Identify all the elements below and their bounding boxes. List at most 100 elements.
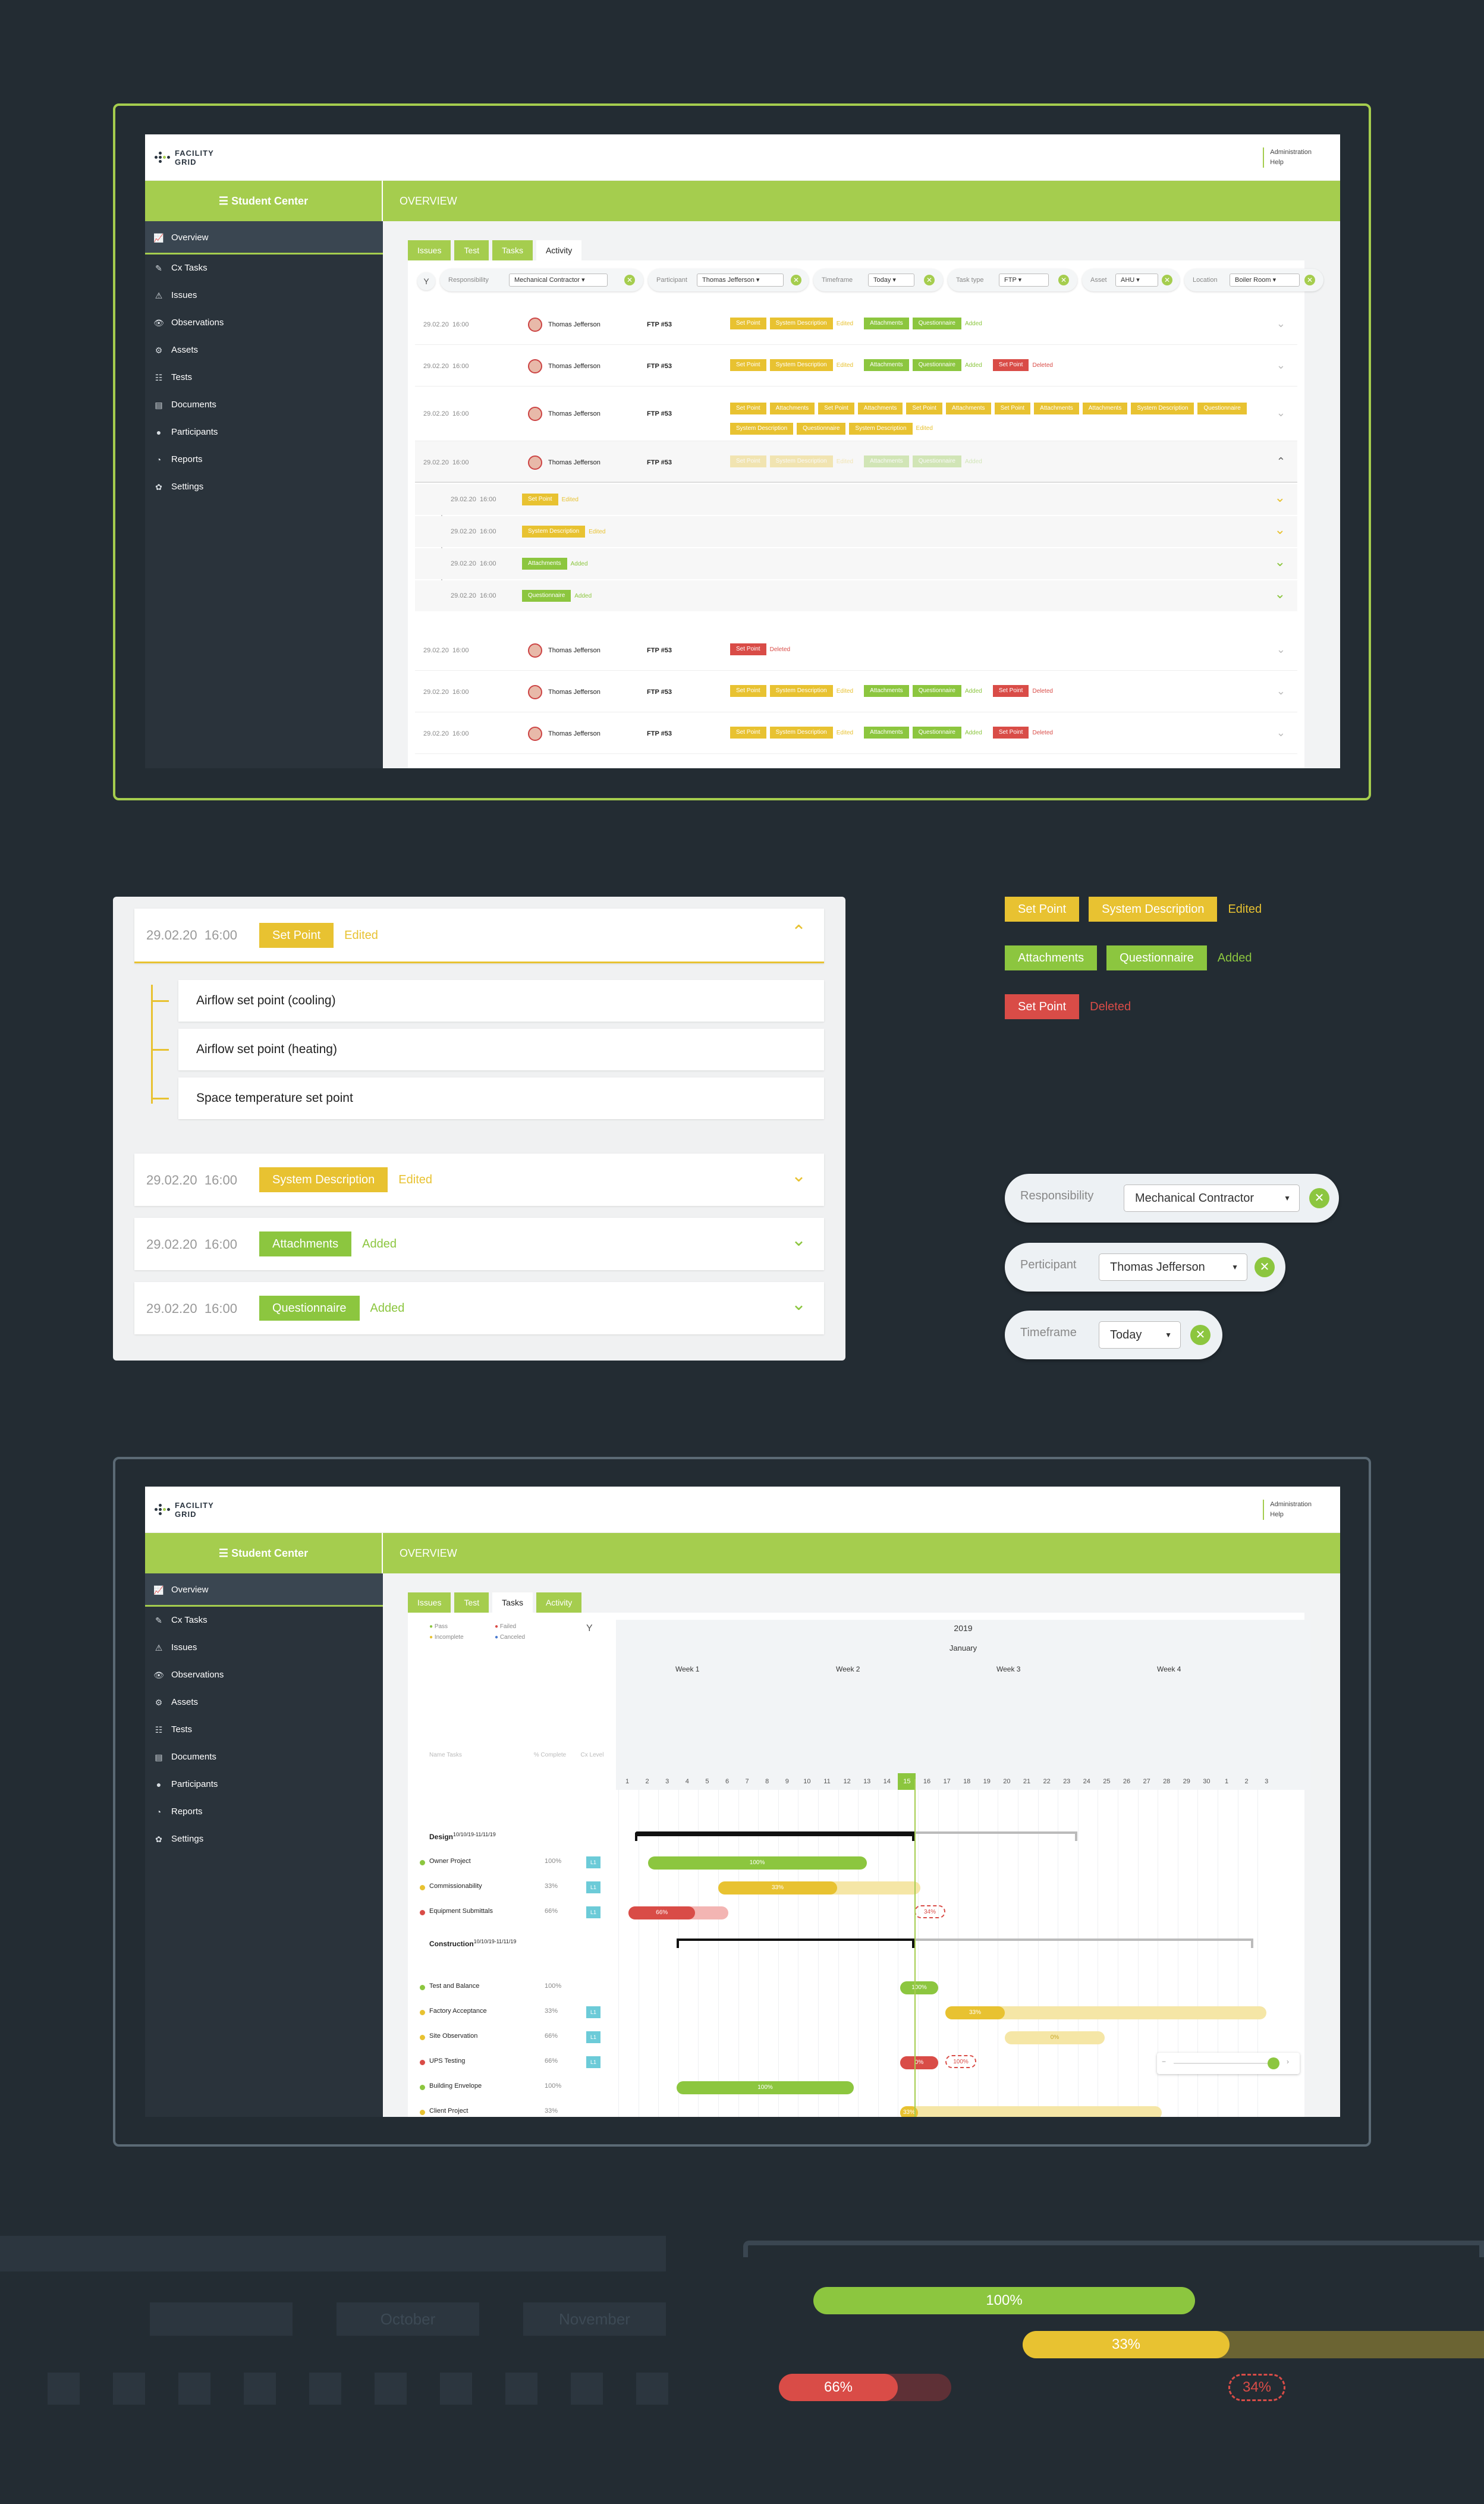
task-bar[interactable]: 100%: [647, 1856, 867, 1870]
zoom-in-icon[interactable]: ›: [1287, 2057, 1289, 2066]
filter-icon[interactable]: Y: [586, 1623, 600, 1638]
location-select[interactable]: Boiler Room ▾: [1230, 274, 1300, 287]
sidebar-item-assets[interactable]: ⚙ Assets: [145, 1689, 383, 1716]
sidebar-item-cx-tasks[interactable]: ✎ Cx Tasks: [145, 1607, 383, 1634]
task-type-select[interactable]: FTP ▾: [999, 274, 1049, 287]
clear-filter-icon[interactable]: ✕: [1162, 275, 1172, 285]
chevron-down-icon[interactable]: ⌄: [1277, 643, 1285, 656]
chevron-down-icon[interactable]: ⌄: [1275, 586, 1285, 602]
collapsed-item[interactable]: 29.02.20 16:00 Questionnaire Added ⌄: [134, 1282, 824, 1334]
sidebar-item-participants[interactable]: ● Participants: [145, 419, 383, 446]
task-name[interactable]: UPS Testing: [429, 2057, 465, 2065]
zoom-slider[interactable]: − ›: [1157, 2053, 1300, 2074]
chevron-down-icon[interactable]: ⌄: [791, 1165, 806, 1186]
clear-filter-icon[interactable]: ✕: [1309, 1188, 1329, 1208]
task-bar[interactable]: 66%: [628, 1906, 696, 1919]
asset-select[interactable]: AHU ▾: [1115, 274, 1158, 287]
collapsed-item[interactable]: 29.02.20 16:00 System Description Edited …: [134, 1154, 824, 1206]
student-center-title[interactable]: ☰ Student Center: [145, 181, 383, 221]
activity-row[interactable]: 29.02.20 16:00 Thomas Jefferson FTP #53 S…: [415, 345, 1297, 387]
responsibility-select[interactable]: Mechanical Contractor ▼: [1124, 1185, 1300, 1212]
task-bar[interactable]: 100%: [677, 2081, 854, 2094]
task-bar[interactable]: 0%: [900, 2056, 938, 2069]
clear-filter-icon[interactable]: ✕: [791, 275, 801, 285]
sidebar-item-documents[interactable]: ▤ Documents: [145, 1743, 383, 1771]
sidebar-item-settings[interactable]: ✿ Settings: [145, 473, 383, 501]
tab-test[interactable]: Test: [454, 240, 489, 260]
tab-test[interactable]: Test: [454, 1592, 489, 1613]
sidebar-item-tests[interactable]: ☷ Tests: [145, 1716, 383, 1743]
chevron-down-icon[interactable]: ⌄: [1277, 407, 1285, 419]
clear-filter-icon[interactable]: ✕: [624, 275, 635, 285]
chevron-down-icon[interactable]: ⌄: [1277, 685, 1285, 698]
task-name[interactable]: Owner Project: [429, 1858, 471, 1865]
help-link[interactable]: Help: [1263, 158, 1312, 168]
sidebar-item-issues[interactable]: ⚠ Issues: [145, 282, 383, 309]
activity-subrow[interactable]: 29.02.20 16:00 Attachments Added ⌄: [415, 548, 1297, 579]
chevron-down-icon[interactable]: ⌄: [1275, 522, 1285, 538]
activity-row[interactable]: 29.02.20 16:00 Thomas Jefferson FTP #53 S…: [415, 303, 1297, 345]
student-center-title[interactable]: ☰ Student Center: [145, 1533, 383, 1573]
timeframe-select[interactable]: Today ▼: [1099, 1321, 1181, 1349]
sidebar-item-participants[interactable]: ● Participants: [145, 1771, 383, 1798]
tab-tasks[interactable]: Tasks: [492, 240, 533, 260]
clear-filter-icon[interactable]: ✕: [1304, 275, 1315, 285]
sub-item[interactable]: Airflow set point (cooling): [178, 980, 824, 1022]
expanded-item[interactable]: 29.02.20 16:00 Set Point Edited ⌃: [134, 909, 824, 963]
tab-activity[interactable]: Activity: [536, 1592, 582, 1613]
sidebar-item-overview[interactable]: 📈 Overview: [145, 1573, 383, 1607]
clear-filter-icon[interactable]: ✕: [1190, 1325, 1211, 1345]
chevron-down-icon[interactable]: ⌄: [1277, 359, 1285, 372]
task-bar[interactable]: 100%: [900, 1981, 938, 1994]
timeframe-select[interactable]: Today ▾: [868, 274, 914, 287]
chevron-up-icon[interactable]: ⌃: [791, 922, 806, 942]
task-name[interactable]: Building Envelope: [429, 2082, 482, 2090]
task-bar[interactable]: 33%: [945, 2006, 1005, 2019]
participant-select[interactable]: Thomas Jefferson ▼: [1099, 1253, 1247, 1281]
sidebar-item-reports[interactable]: ◔ Reports: [145, 1798, 383, 1826]
activity-subrow[interactable]: 29.02.20 16:00 Set Point Edited ⌄: [415, 484, 1297, 515]
tab-issues[interactable]: Issues: [408, 240, 451, 260]
administration-link[interactable]: Administration: [1263, 1500, 1312, 1510]
task-name[interactable]: Site Observation: [429, 2032, 477, 2040]
task-name[interactable]: Client Project: [429, 2107, 468, 2115]
activity-subrow[interactable]: 29.02.20 16:00 System Description Edited ⌄: [415, 516, 1297, 547]
help-link[interactable]: Help: [1263, 1510, 1312, 1520]
activity-row[interactable]: 29.02.20 16:00 Thomas Jefferson FTP #53 S…: [415, 387, 1297, 441]
task-bar[interactable]: 33%: [718, 1881, 837, 1895]
activity-row[interactable]: 29.02.20 16:00 Thomas Jefferson FTP #53 S…: [415, 671, 1297, 712]
chevron-down-icon[interactable]: ⌄: [791, 1230, 806, 1251]
clear-filter-icon[interactable]: ✕: [924, 275, 935, 285]
collapsed-item[interactable]: 29.02.20 16:00 Attachments Added ⌄: [134, 1218, 824, 1270]
chevron-down-icon[interactable]: ⌄: [1277, 727, 1285, 739]
sidebar-item-documents[interactable]: ▤ Documents: [145, 391, 383, 419]
tab-issues[interactable]: Issues: [408, 1592, 451, 1613]
task-name[interactable]: Factory Acceptance: [429, 2007, 487, 2015]
slider-handle[interactable]: [1268, 2057, 1279, 2069]
sub-item[interactable]: Space temperature set point: [178, 1077, 824, 1119]
chevron-down-icon[interactable]: ⌄: [1277, 318, 1285, 330]
task-name[interactable]: Equipment Submittals: [429, 1908, 493, 1915]
chevron-down-icon[interactable]: ⌄: [791, 1294, 806, 1315]
clear-filter-icon[interactable]: ✕: [1058, 275, 1069, 285]
activity-subrow[interactable]: 29.02.20 16:00 Questionnaire Added ⌄: [415, 580, 1297, 611]
task-name[interactable]: Commissionability: [429, 1883, 482, 1890]
chevron-down-icon[interactable]: ⌄: [1275, 490, 1285, 505]
activity-row-expanded[interactable]: 29.02.20 16:00 Thomas Jefferson FTP #53 S…: [415, 441, 1297, 483]
activity-row[interactable]: 29.02.20 16:00 Thomas Jefferson FTP #53 S…: [415, 712, 1297, 754]
participant-select[interactable]: Thomas Jefferson ▾: [697, 274, 784, 287]
facility-grid-logo[interactable]: FACILITY GRID: [155, 1500, 238, 1521]
responsibility-select[interactable]: Mechanical Contractor ▾: [509, 274, 608, 287]
sidebar-item-issues[interactable]: ⚠ Issues: [145, 1634, 383, 1661]
sidebar-item-observations[interactable]: 👁 Observations: [145, 309, 383, 337]
sub-item[interactable]: Airflow set point (heating): [178, 1029, 824, 1070]
clear-filter-icon[interactable]: ✕: [1255, 1257, 1275, 1277]
chevron-down-icon[interactable]: ⌄: [1275, 554, 1285, 570]
zoom-out-icon[interactable]: −: [1162, 2057, 1166, 2066]
sidebar-item-settings[interactable]: ✿ Settings: [145, 1826, 383, 1853]
sidebar-item-observations[interactable]: 👁 Observations: [145, 1661, 383, 1689]
facility-grid-logo[interactable]: FACILITY GRID: [155, 147, 238, 169]
activity-row[interactable]: 29.02.20 16:00 Thomas Jefferson FTP #53 S…: [415, 629, 1297, 671]
tab-tasks[interactable]: Tasks: [492, 1592, 533, 1613]
sidebar-item-cx-tasks[interactable]: ✎ Cx Tasks: [145, 255, 383, 282]
